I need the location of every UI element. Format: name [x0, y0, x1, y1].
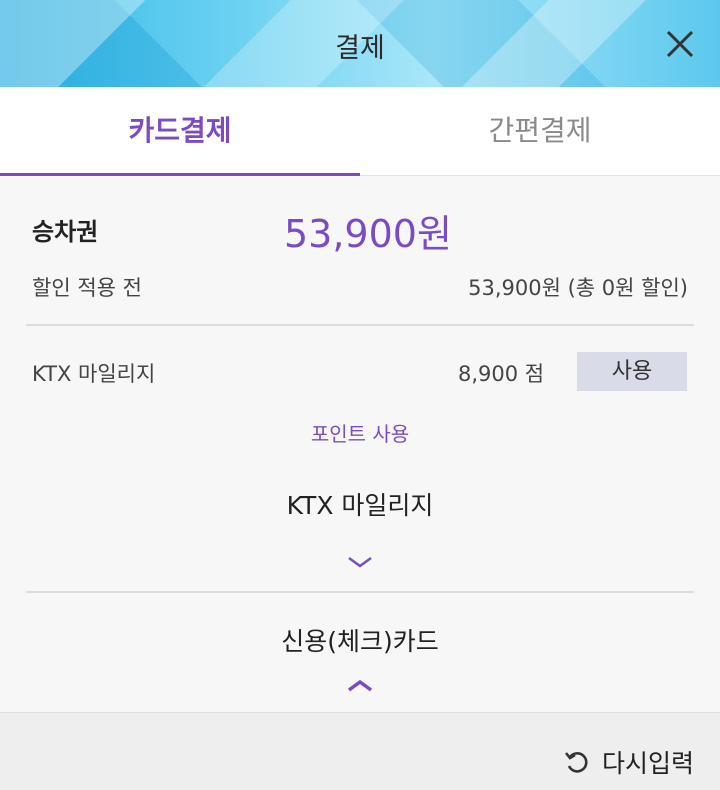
header-title: 결제 [335, 33, 385, 64]
mileage-section-title[interactable]: KTX 마일리지 [0, 486, 720, 522]
discount-value: 53,900원 (총 0원 할인) [468, 276, 688, 300]
payment-tabs: 카드결제 간편결제 [0, 87, 720, 176]
header-bar: 결제 [0, 0, 720, 87]
refresh-icon [562, 747, 592, 777]
tab-card-payment[interactable]: 카드결제 [0, 87, 360, 176]
reset-input-button[interactable]: 다시입력 [562, 745, 694, 779]
reset-label: 다시입력 [601, 749, 694, 778]
use-mileage-button[interactable]: 사용 [577, 352, 687, 391]
close-icon [666, 30, 694, 58]
discount-label: 할인 적용 전 [32, 276, 142, 300]
credit-card-section-title[interactable]: 신용(체크)카드 [0, 622, 720, 658]
close-button[interactable] [662, 26, 698, 62]
chevron-down-icon [348, 556, 372, 568]
divider [26, 324, 694, 326]
chevron-up-icon [347, 679, 373, 692]
fare-amount: 53,900원 [284, 212, 452, 256]
fare-label: 승차권 [32, 218, 99, 246]
collapse-card-button[interactable] [344, 676, 376, 696]
mileage-label: KTX 마일리지 [32, 362, 156, 386]
tab-simple-payment[interactable]: 간편결제 [360, 87, 720, 175]
divider [26, 591, 694, 593]
mileage-points: 8,900 점 [458, 362, 545, 386]
footer-bar: 다시입력 [0, 712, 720, 790]
expand-mileage-button[interactable] [344, 552, 376, 572]
points-use-link[interactable]: 포인트 사용 [0, 418, 720, 447]
